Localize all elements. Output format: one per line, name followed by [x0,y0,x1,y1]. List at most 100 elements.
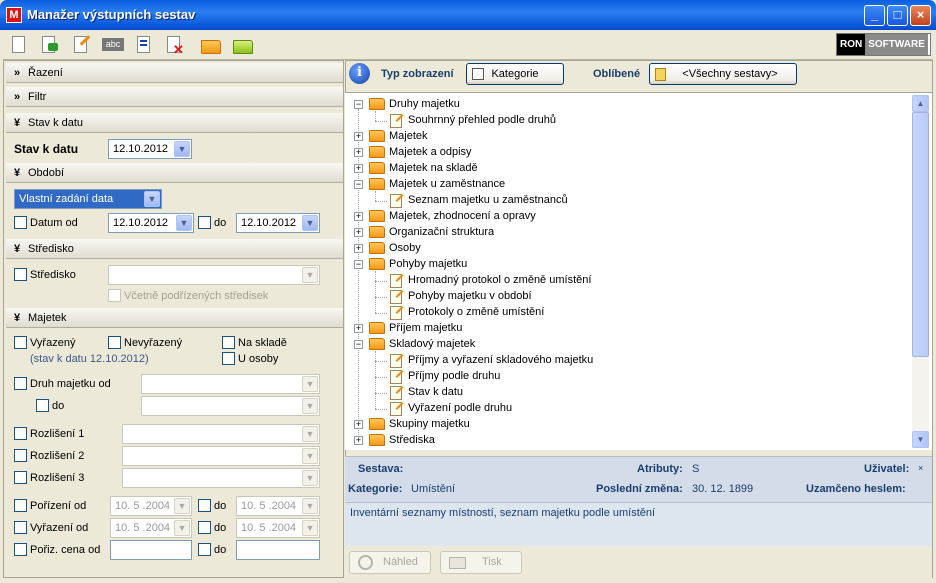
stredisko-select[interactable]: ▼ [108,265,320,285]
vyrazeny-checkbox[interactable] [14,336,27,349]
open-folder-icon[interactable] [199,33,223,57]
tree-folder-item[interactable]: Střediska [389,433,435,448]
tree-folder-item[interactable]: Organizační struktura [389,225,494,240]
section-stav-k-datu[interactable]: ¥ Stav k datu [6,113,343,133]
druh-od-select[interactable]: ▼ [141,374,320,394]
porizeni-od-checkbox[interactable] [14,499,27,512]
tree-scrollbar[interactable]: ▲ ▼ [912,95,929,448]
oblibene-button[interactable]: <Všechny sestavy> [649,63,797,85]
tree-folder-item[interactable]: Majetek [389,129,428,144]
tree-expander-icon[interactable]: − [354,260,363,269]
stav-k-datu-date-picker[interactable]: 12.10.2012 ▼ [108,139,192,159]
tree-report-item[interactable]: Příjmy a vyřazení skladového majetku [408,353,593,368]
export-icon[interactable] [38,33,60,57]
obdobi-mode-select[interactable]: Vlastní zadání data ▼ [14,189,162,209]
tisk-button[interactable]: Tisk [440,551,522,574]
tree-report-item[interactable]: Pohyby majetku v období [408,289,532,304]
chevron-down-icon[interactable]: ▼ [302,398,318,414]
druh-do-checkbox[interactable] [36,399,49,412]
minimize-button[interactable]: _ [864,5,885,26]
chevron-down-icon[interactable]: ▼ [302,470,318,486]
tree-expander-icon[interactable]: + [354,244,363,253]
tree-report-item[interactable]: Hromadný protokol o změně umístění [408,273,591,288]
tree-folder-item[interactable]: Majetek, zhodnocení a opravy [389,209,536,224]
scroll-down-icon[interactable]: ▼ [912,431,929,448]
rename-icon[interactable]: abc [101,33,125,57]
chevron-down-icon[interactable]: ▼ [302,426,318,442]
tree-expander-icon[interactable]: + [354,148,363,157]
nevyrazeny-checkbox[interactable] [108,336,121,349]
scroll-thumb[interactable] [912,112,929,357]
chevron-down-icon[interactable]: ▼ [174,520,190,536]
tree-expander-icon[interactable]: + [354,420,363,429]
tree-expander-icon[interactable]: − [354,100,363,109]
tree-expander-icon[interactable]: + [354,436,363,445]
vyrazeni-do-picker[interactable]: 10. 5 .2004 ▼ [236,518,320,538]
info-icon[interactable]: i [349,63,370,84]
tree-folder-item[interactable]: Druhy majetku [389,97,460,112]
rozliseni1-checkbox[interactable] [14,427,27,440]
tree-report-item[interactable]: Příjmy podle druhu [408,369,500,384]
tree-report-item[interactable]: Seznam majetku u zaměstnanců [408,193,568,208]
tree-expander-icon[interactable]: − [354,180,363,189]
datum-od-picker[interactable]: 12.10.2012 ▼ [108,213,194,233]
poriz-cena-od-checkbox[interactable] [14,543,27,556]
tree-expander-icon[interactable]: − [354,340,363,349]
tree-report-item[interactable]: Protokoly o změně umístění [408,305,544,320]
poriz-cena-do-checkbox[interactable] [198,543,211,556]
tree-folder-item[interactable]: Skladový majetek [389,337,475,352]
tree-expander-icon[interactable]: + [354,164,363,173]
properties-icon[interactable] [133,33,155,57]
scroll-up-icon[interactable]: ▲ [912,95,929,112]
tree-folder-item[interactable]: Skupiny majetku [389,417,470,432]
maximize-button[interactable]: □ [887,5,908,26]
tree-folder-item[interactable]: Majetek a odpisy [389,145,472,160]
tree-folder-item[interactable]: Příjem majetku [389,321,462,336]
section-stredisko[interactable]: ¥ Středisko [6,239,343,259]
stredisko-checkbox[interactable] [14,268,27,281]
section-razeni[interactable]: » Řazení [6,63,343,83]
chevron-down-icon[interactable]: ▼ [176,215,192,231]
rozliseni3-checkbox[interactable] [14,471,27,484]
typ-zobrazeni-button[interactable]: Kategorie [466,63,564,85]
tree-folder-item[interactable]: Majetek na skladě [389,161,478,176]
porizeni-od-picker[interactable]: 10. 5 .2004 ▼ [110,496,192,516]
chevron-down-icon[interactable]: ▼ [302,376,318,392]
rozliseni1-select[interactable]: ▼ [122,424,320,444]
tree-folder-item[interactable]: Osoby [389,241,421,256]
vyrazeni-od-picker[interactable]: 10. 5 .2004 ▼ [110,518,192,538]
tree-report-item[interactable]: Souhrnný přehled podle druhů [408,113,556,128]
chevron-down-icon[interactable]: ▼ [302,215,318,231]
tree-expander-icon[interactable]: + [354,324,363,333]
tree-folder-item[interactable]: Pohyby majetku [389,257,467,272]
porizeni-do-picker[interactable]: 10. 5 .2004 ▼ [236,496,320,516]
chevron-down-icon[interactable]: ▼ [174,141,190,157]
close-button[interactable]: × [910,5,931,26]
vcetne-podrizenych-checkbox[interactable] [108,289,121,302]
chevron-down-icon[interactable]: ▼ [302,267,318,283]
datum-od-checkbox[interactable] [14,216,27,229]
datum-do-checkbox[interactable] [198,216,211,229]
section-majetek[interactable]: ¥ Majetek [6,308,343,328]
chevron-down-icon[interactable]: ▼ [302,498,318,514]
poriz-cena-do-input[interactable] [236,540,320,560]
vyrazeni-do-checkbox[interactable] [198,521,211,534]
tree-expander-icon[interactable]: + [354,228,363,237]
report-tree[interactable]: − Druhy majetku Souhrnný přehled podle dru… [345,92,932,450]
tree-expander-icon[interactable]: + [354,132,363,141]
edit-icon[interactable] [70,33,92,57]
save-folder-icon[interactable] [231,33,255,57]
rozliseni3-select[interactable]: ▼ [122,468,320,488]
poriz-cena-od-input[interactable] [110,540,192,560]
na-sklade-checkbox[interactable] [222,336,235,349]
vyrazeni-od-checkbox[interactable] [14,521,27,534]
rozliseni2-select[interactable]: ▼ [122,446,320,466]
druh-od-checkbox[interactable] [14,377,27,390]
tree-report-item[interactable]: Stav k datu [408,385,463,400]
rozliseni2-checkbox[interactable] [14,449,27,462]
chevron-down-icon[interactable]: ▼ [302,520,318,536]
section-filtr[interactable]: » Filtr [6,87,343,107]
tree-folder-item[interactable]: Majetek u zaměstnance [389,177,505,192]
porizeni-do-checkbox[interactable] [198,499,211,512]
chevron-down-icon[interactable]: ▼ [302,448,318,464]
